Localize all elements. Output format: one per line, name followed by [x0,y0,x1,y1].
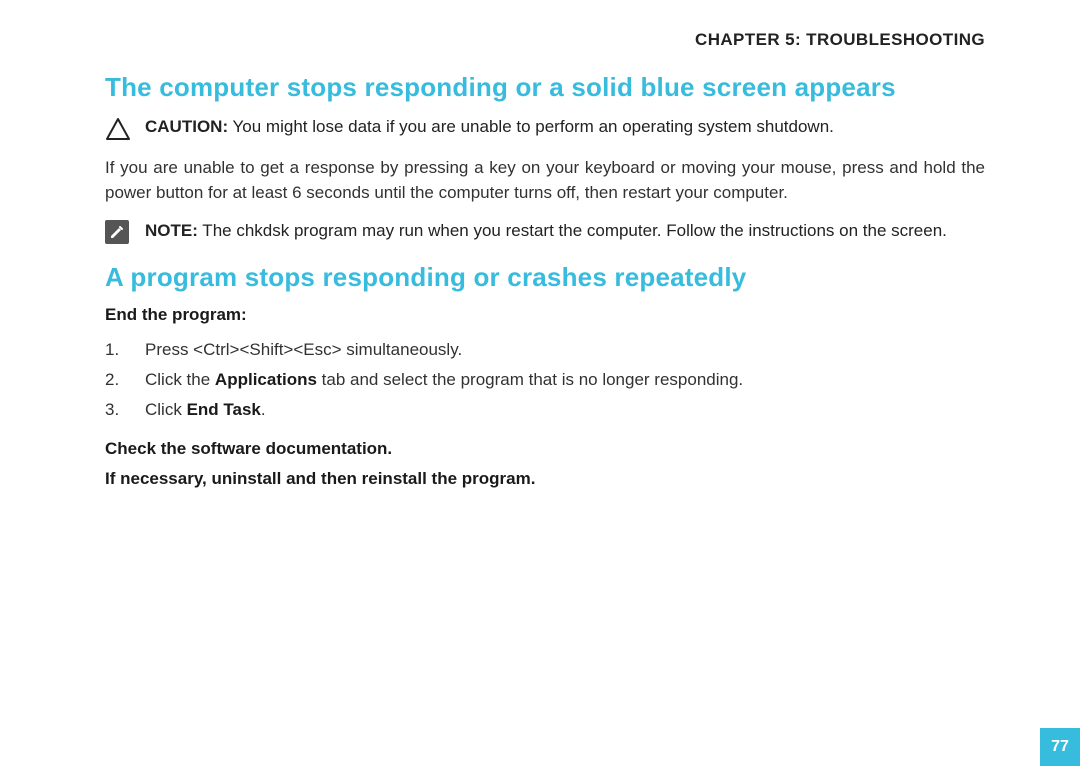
page-number-badge: 77 [1040,728,1080,766]
steps-list: 1. Press <Ctrl><Shift><Esc> simultaneous… [105,335,985,424]
chapter-header: CHAPTER 5: TROUBLESHOOTING [105,30,985,50]
check-docs-label: Check the software documentation. [105,439,985,459]
caution-callout: CAUTION: You might lose data if you are … [105,115,985,142]
list-item: 3. Click End Task. [105,395,985,425]
caution-lead: CAUTION: [145,117,228,136]
step-pre: Click the [145,370,215,389]
note-callout: NOTE: The chkdsk program may run when yo… [105,219,985,246]
section-heading-program-crash: A program stops responding or crashes re… [105,262,985,293]
section-heading-bsod: The computer stops responding or a solid… [105,72,985,103]
step-pre: Click [145,400,187,419]
step-number: 2. [105,365,127,395]
step-text: Click End Task. [145,395,266,425]
body-para-power: If you are unable to get a response by p… [105,156,985,205]
page: CHAPTER 5: TROUBLESHOOTING The computer … [0,0,1080,766]
step-number: 3. [105,395,127,425]
step-text: Press <Ctrl><Shift><Esc> simultaneously. [145,335,462,365]
reinstall-label: If necessary, uninstall and then reinsta… [105,469,985,489]
page-number: 77 [1051,738,1069,756]
step-post: tab and select the program that is no lo… [317,370,743,389]
step-pre: Press <Ctrl><Shift><Esc> simultaneously. [145,340,462,359]
note-lead: NOTE: [145,221,198,240]
end-program-label: End the program: [105,305,985,325]
caution-text: CAUTION: You might lose data if you are … [145,115,985,140]
step-text: Click the Applications tab and select th… [145,365,743,395]
note-text: NOTE: The chkdsk program may run when yo… [145,219,985,244]
step-strong: Applications [215,370,317,389]
caution-body: You might lose data if you are unable to… [228,117,834,136]
note-body: The chkdsk program may run when you rest… [198,221,947,240]
step-post: . [261,400,266,419]
step-number: 1. [105,335,127,365]
step-strong: End Task [187,400,261,419]
list-item: 2. Click the Applications tab and select… [105,365,985,395]
note-pencil-icon [105,220,131,246]
list-item: 1. Press <Ctrl><Shift><Esc> simultaneous… [105,335,985,365]
caution-triangle-icon [105,116,131,142]
